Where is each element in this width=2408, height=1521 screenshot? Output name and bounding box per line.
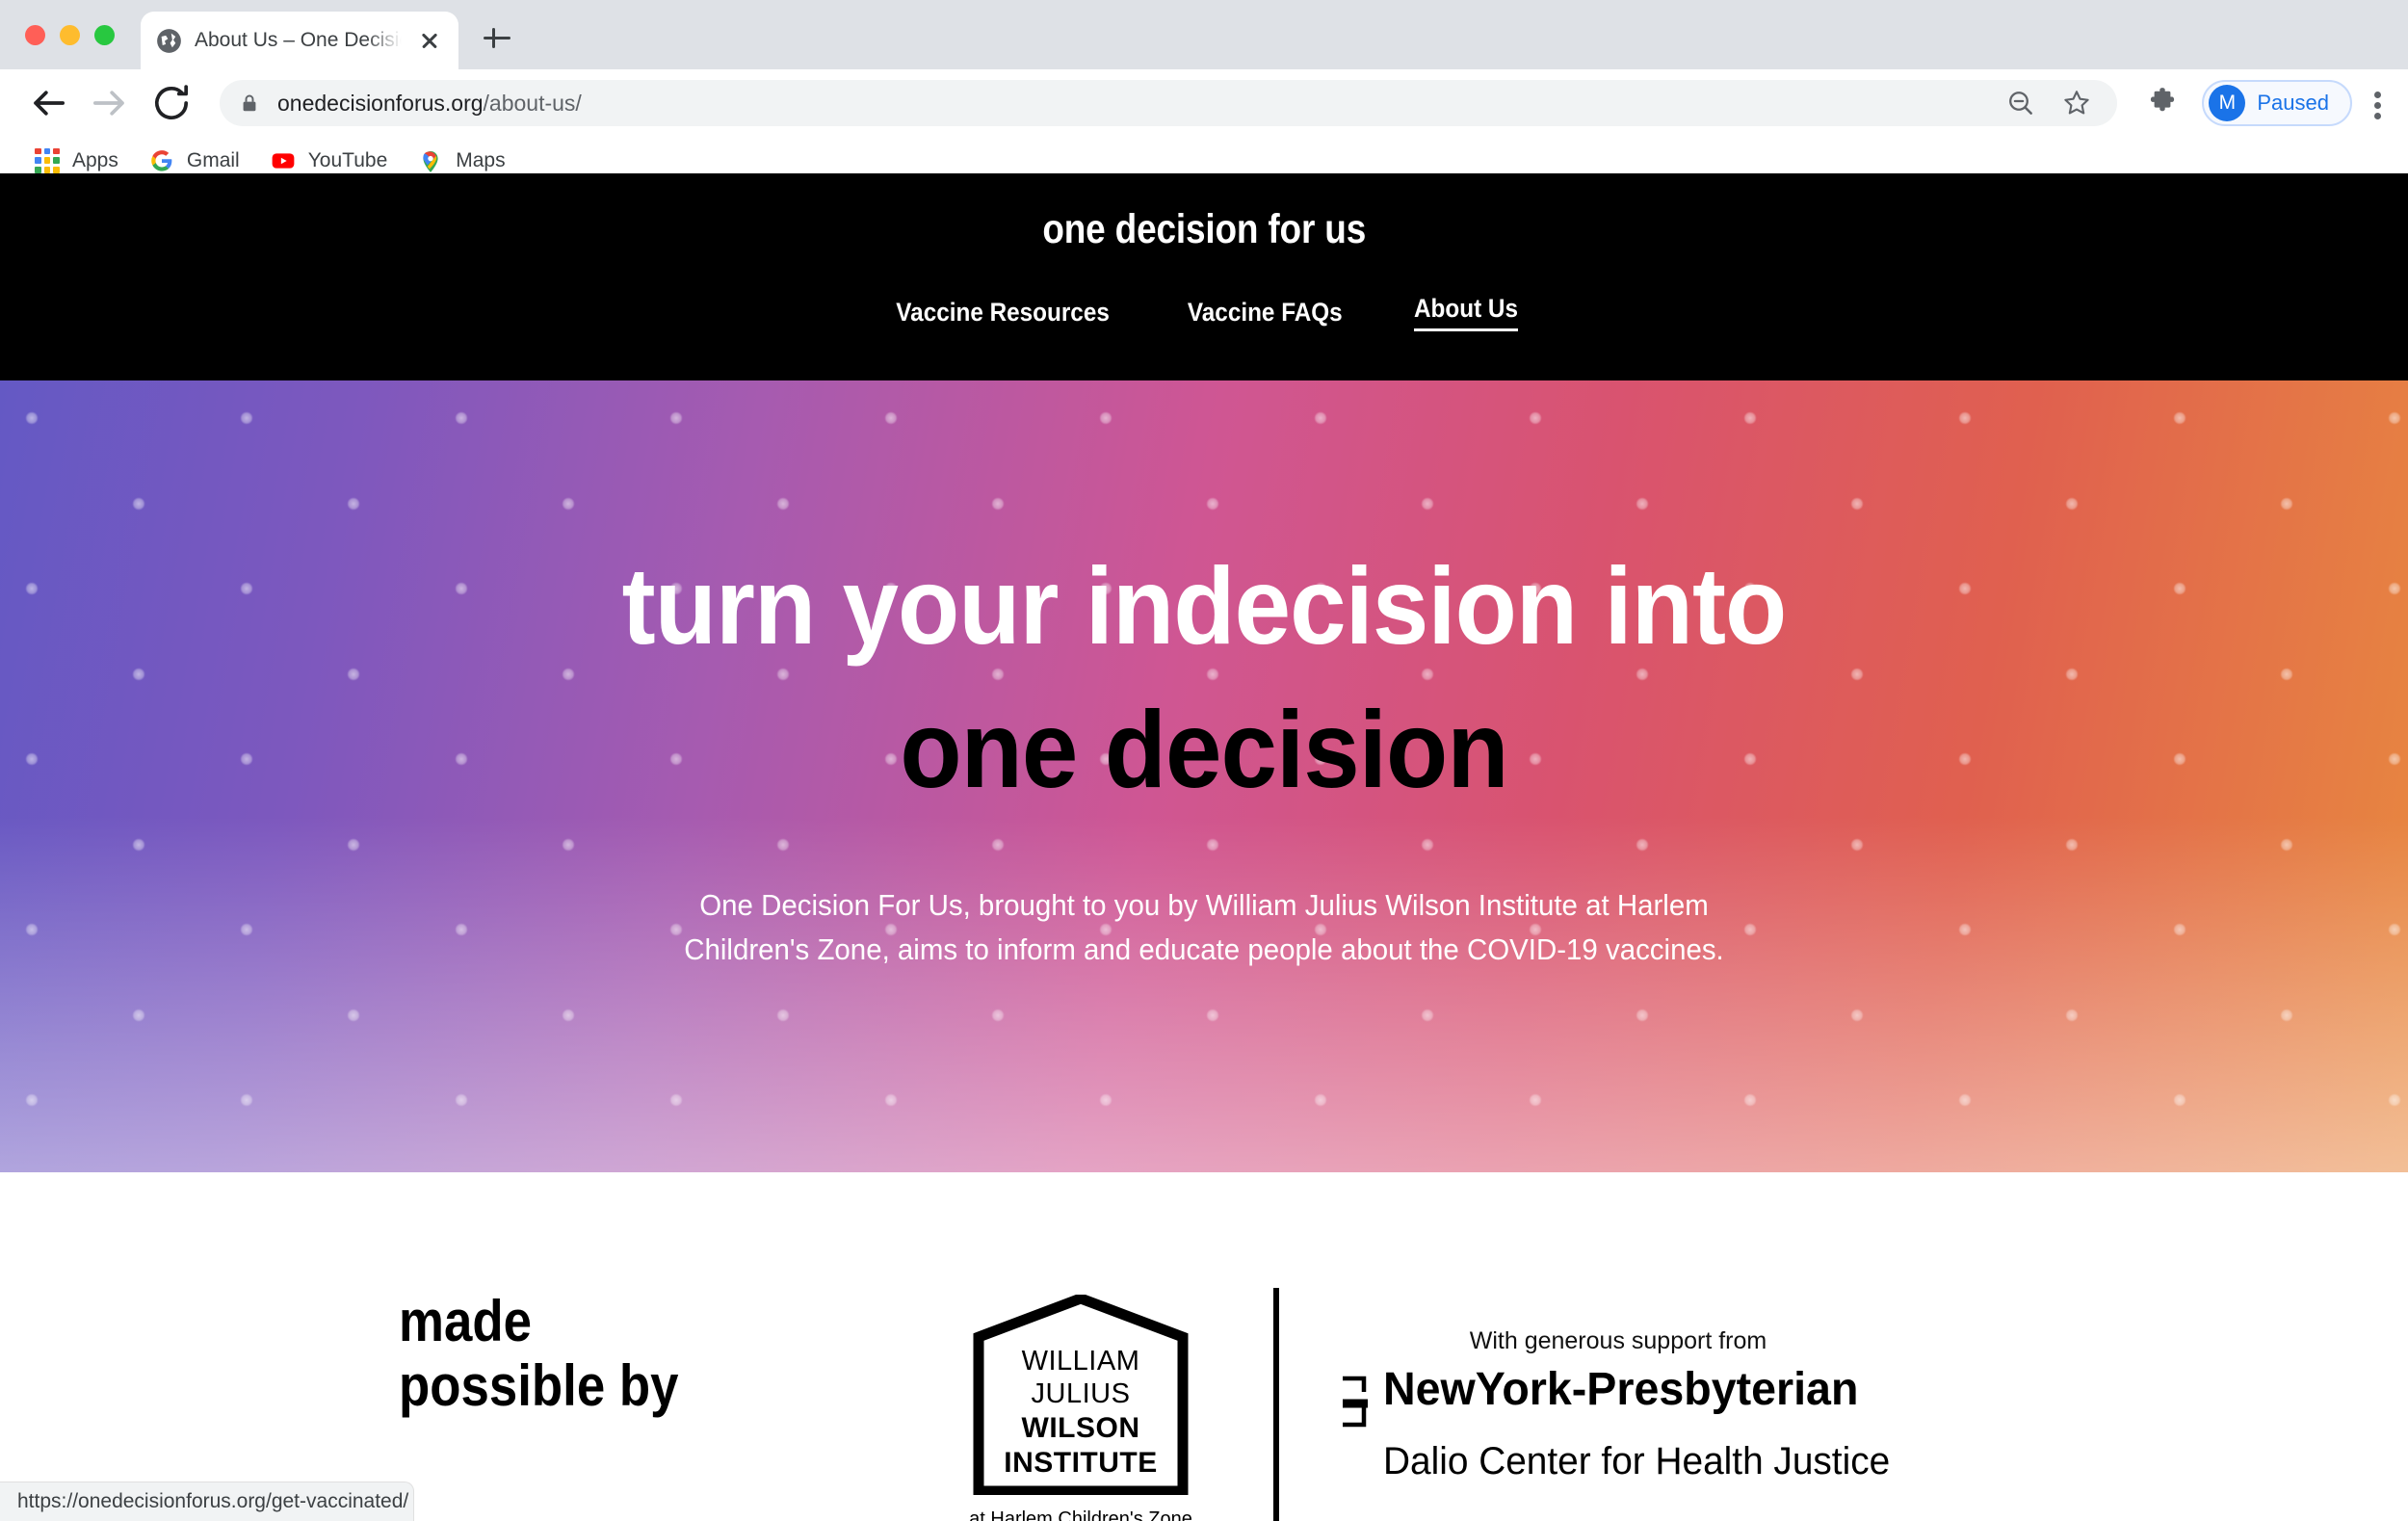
tab-title: About Us – One Decision for Us [195, 29, 404, 51]
bookmark-label: Maps [456, 148, 506, 171]
puzzle-extensions-icon[interactable] [2144, 85, 2181, 121]
partners-section [0, 1172, 2408, 1519]
status-bar-url: https://onedecisionforus.org/get-vaccina… [0, 1482, 414, 1521]
made-possible-by-heading: made possible by [399, 1289, 717, 1418]
lock-icon [243, 94, 256, 112]
bookmark-label: Apps [72, 148, 118, 171]
site-nav: Vaccine Resources Vaccine FAQs About Us [884, 294, 1525, 331]
close-icon[interactable] [416, 27, 443, 54]
nav-item-about-us[interactable]: About Us [1414, 294, 1519, 331]
close-window-button[interactable] [25, 25, 45, 45]
avatar: M [2209, 85, 2246, 121]
google-maps-pin-icon [423, 150, 438, 172]
profile-button[interactable]: M Paused [2202, 80, 2352, 126]
partners-divider [1273, 1288, 1279, 1521]
hero-subtext: One Decision For Us, brought to you by W… [684, 888, 1724, 966]
nav-item-vaccine-faqs[interactable]: Vaccine FAQs [1188, 298, 1343, 328]
url-text: onedecisionforus.org/about-us/ [277, 91, 582, 117]
bookmark-label: Gmail [186, 148, 240, 171]
web-page-viewport: one decision for us Vaccine Resources Va… [0, 173, 2408, 1521]
url-path: /about-us/ [483, 90, 582, 116]
nyp-bracket-icon [1343, 1376, 1368, 1428]
window-controls [25, 25, 115, 45]
gmail-icon [151, 149, 172, 171]
bookmark-label: YouTube [307, 148, 388, 171]
reload-button[interactable] [146, 78, 196, 128]
new-tab-button[interactable] [480, 21, 514, 56]
nyp-name: NewYork-Presbyterian [1383, 1364, 1859, 1415]
apps-grid-icon [35, 147, 60, 173]
nyp-subname: Dalio Center for Health Justice [1383, 1440, 1891, 1482]
browser-window: About Us – One Decision for Us [0, 0, 2408, 1521]
wjw-institute-logo[interactable]: WILLIAM JULIUS WILSON INSTITUTE at Harle… [969, 1295, 1192, 1521]
wjw-shield-icon: WILLIAM JULIUS WILSON INSTITUTE [973, 1295, 1189, 1495]
star-icon[interactable] [2061, 88, 2092, 118]
browser-toolbar: onedecisionforus.org/about-us/ M Paused [0, 69, 2408, 137]
site-header: one decision for us Vaccine Resources Va… [0, 173, 2408, 380]
hero-headline-line1: turn your indecision into [621, 545, 1788, 667]
wjw-caption: at Harlem Children's Zone [969, 1508, 1192, 1521]
globe-icon [157, 28, 181, 53]
hero-section: turn your indecision into one decision O… [0, 380, 2408, 1172]
address-bar[interactable]: onedecisionforus.org/about-us/ [220, 80, 2118, 126]
svg-text:WILSON: WILSON [1022, 1412, 1140, 1444]
nyp-logo-block[interactable]: With generous support from NewYork-Presb… [1339, 1327, 1917, 1483]
svg-text:INSTITUTE: INSTITUTE [1004, 1447, 1158, 1479]
nav-item-vaccine-resources[interactable]: Vaccine Resources [896, 298, 1110, 328]
reload-icon [155, 85, 189, 119]
url-domain: onedecisionforus.org [277, 90, 484, 116]
made-line-1: made [399, 1289, 532, 1353]
nyp-support-label: With generous support from [1469, 1327, 1767, 1354]
back-button[interactable] [23, 78, 73, 128]
svg-text:JULIUS: JULIUS [1032, 1378, 1131, 1409]
tab-strip: About Us – One Decision for Us [0, 0, 2408, 69]
made-line-2: possible by [399, 1353, 679, 1419]
back-arrow-icon [34, 91, 65, 116]
site-logo[interactable]: one decision for us [1042, 206, 1366, 253]
profile-status-label: Paused [2257, 91, 2329, 115]
youtube-icon [272, 152, 295, 169]
forward-button[interactable] [85, 78, 135, 128]
svg-text:WILLIAM: WILLIAM [1022, 1346, 1140, 1377]
forward-arrow-icon [92, 91, 124, 116]
browser-tab[interactable]: About Us – One Decision for Us [141, 12, 458, 69]
hero-headline-line2: one decision [900, 689, 1508, 810]
maximize-window-button[interactable] [94, 25, 115, 45]
minimize-window-button[interactable] [60, 25, 80, 45]
zoom-out-icon[interactable] [2005, 88, 2036, 118]
three-dot-menu-icon[interactable] [2373, 82, 2385, 124]
